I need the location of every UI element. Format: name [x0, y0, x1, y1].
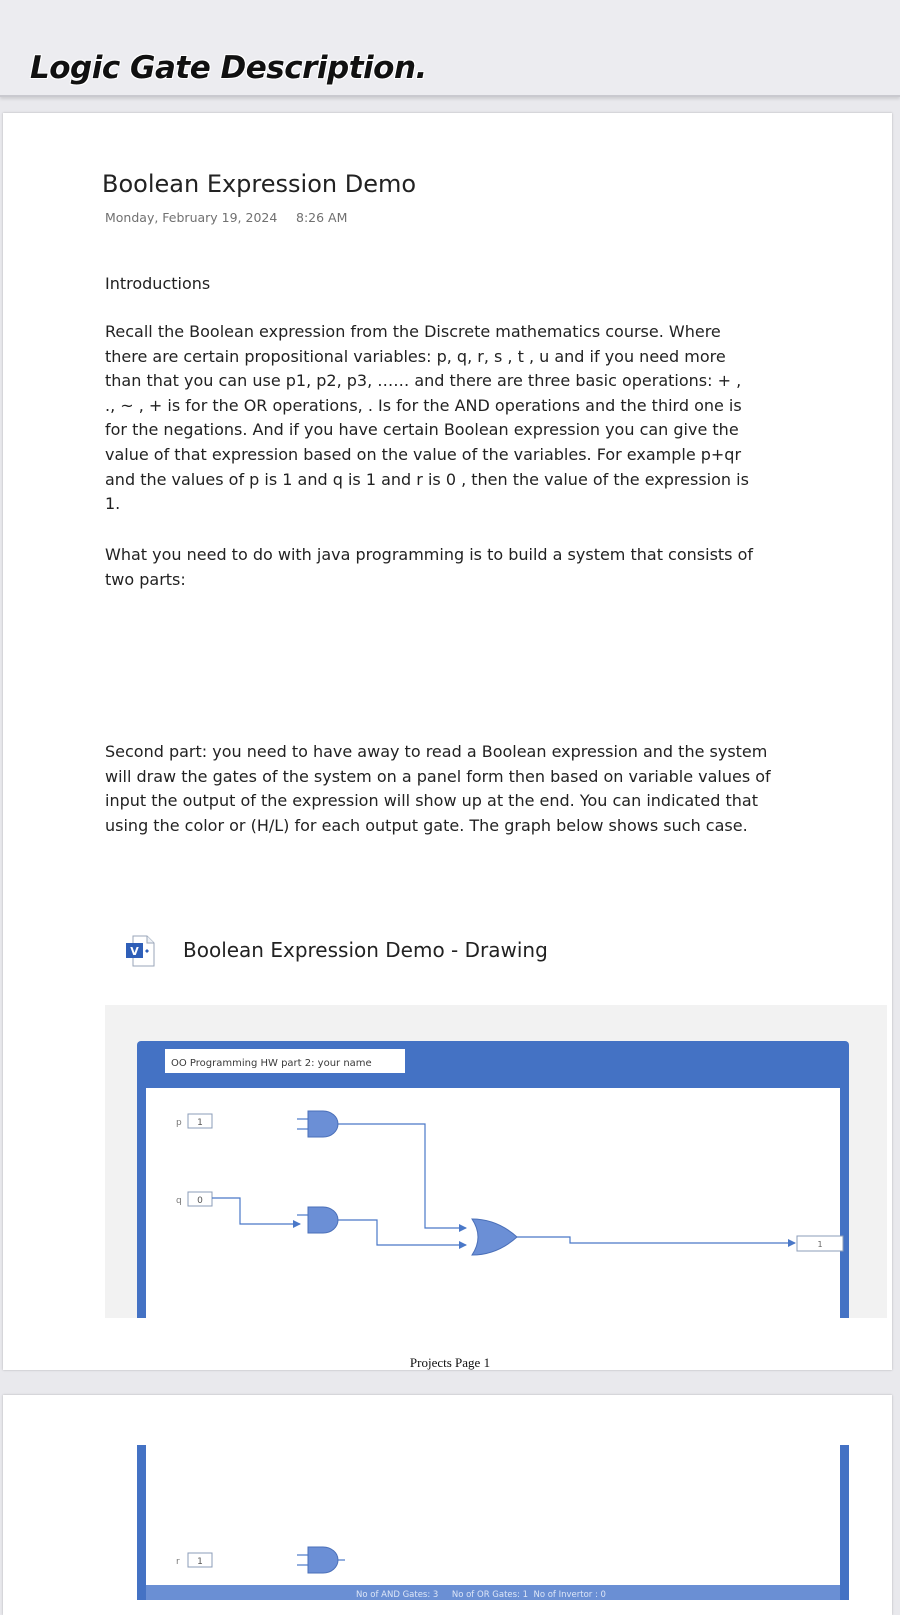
and-gate-2: [307, 1206, 339, 1234]
visio-file-icon[interactable]: V: [125, 935, 155, 967]
status-bar-text: No of AND Gates: 3 No of OR Gates: 1 No …: [356, 1590, 606, 1600]
panel-frame-left: [137, 1445, 146, 1600]
note-time: 8:26 AM: [296, 210, 348, 225]
intro-heading: Introductions: [105, 274, 211, 293]
output-value: 1: [817, 1240, 822, 1249]
paragraph-parts: What you need to do with java programmin…: [105, 545, 754, 589]
page-footer: Projects Page 1: [409, 1355, 491, 1370]
drawing-embed-title[interactable]: Boolean Expression Demo - Drawing: [183, 938, 548, 962]
paragraph-intro: Recall the Boolean expression from the D…: [105, 322, 749, 514]
logic-drawing: OO Programming HW part 2: your name p 1 …: [105, 1005, 887, 1318]
input-p-label: p: [176, 1118, 182, 1128]
input-q-label: q: [176, 1196, 182, 1206]
input-q-value: 0: [197, 1196, 203, 1206]
and-gate-1: [307, 1110, 339, 1138]
input-r-value: 1: [197, 1557, 203, 1567]
top-banner: Logic Gate Description.: [0, 0, 900, 97]
note-date: Monday, February 19, 2024: [105, 210, 278, 225]
input-r-label: r: [176, 1557, 180, 1567]
input-p-value: 1: [197, 1118, 203, 1128]
logic-drawing-continued: No of AND Gates: 3 No of OR Gates: 1 No …: [105, 1445, 887, 1600]
panel-header-label: OO Programming HW part 2: your name: [171, 1058, 372, 1069]
banner-title: Logic Gate Description.: [30, 50, 427, 86]
note-title: Boolean Expression Demo: [102, 170, 417, 198]
and-gate-3: [307, 1546, 339, 1574]
visio-icon-letter: V: [130, 945, 139, 958]
paragraph-second-part: Second part: you need to have away to re…: [105, 742, 771, 835]
panel-canvas: [146, 1088, 840, 1318]
panel-frame-right: [840, 1445, 849, 1600]
